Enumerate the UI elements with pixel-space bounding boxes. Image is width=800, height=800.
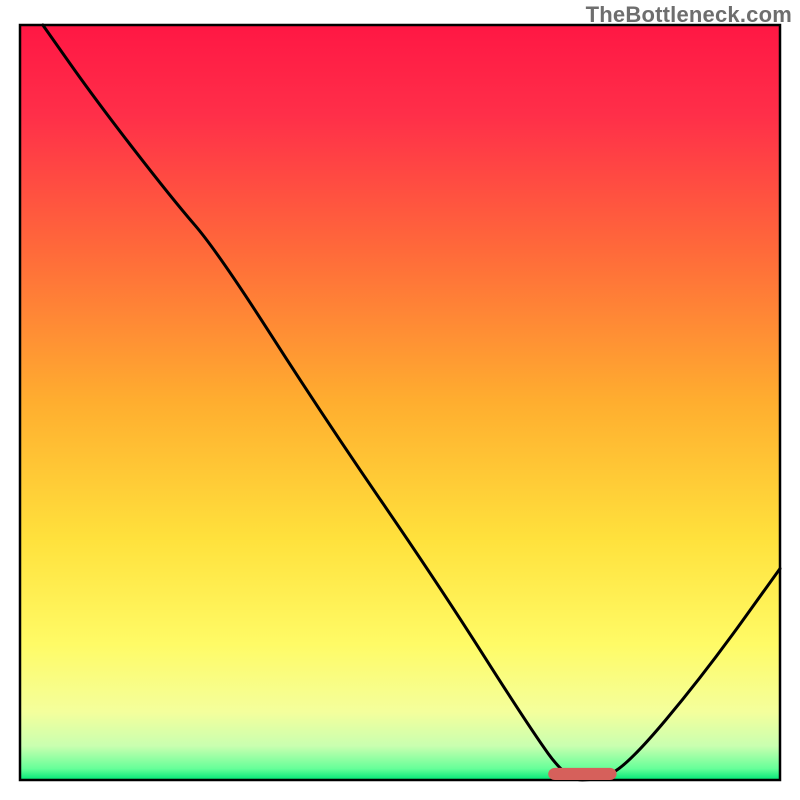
chart-stage: TheBottleneck.com <box>0 0 800 800</box>
bottleneck-chart <box>0 0 800 800</box>
plot-background <box>20 25 780 780</box>
optimal-range-marker <box>548 768 616 780</box>
